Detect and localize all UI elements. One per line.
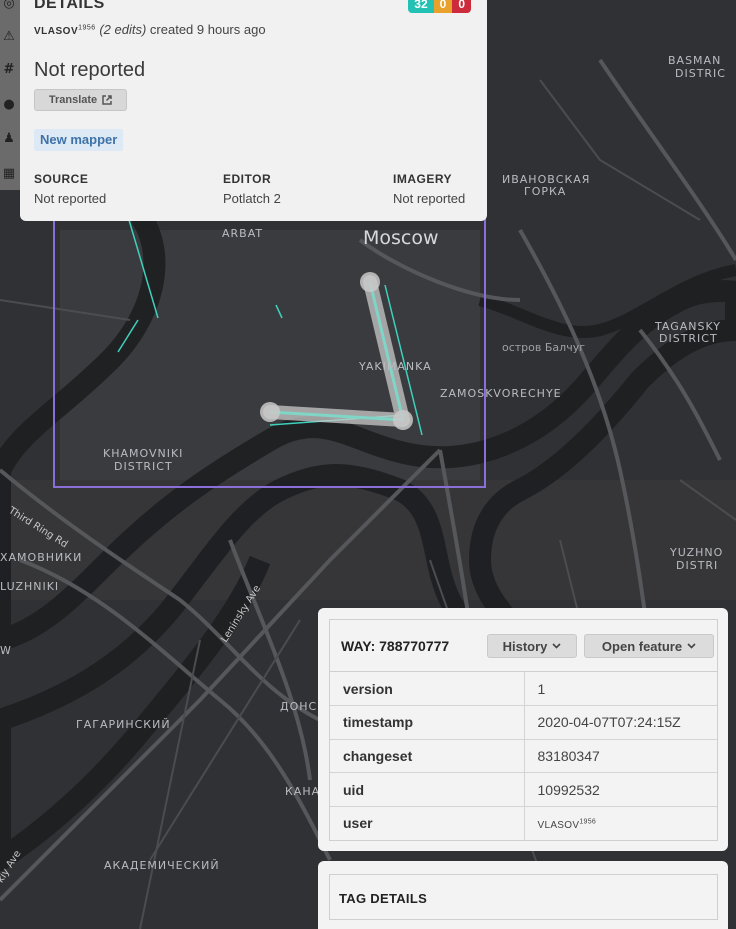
- editor-column: EDITOR Potlatch 2: [223, 172, 281, 206]
- details-panel: DETAILS 32 0 0 VLASOV1956 (2 edits) crea…: [20, 0, 487, 221]
- details-title: DETAILS: [34, 0, 105, 12]
- source-value: Not reported: [34, 191, 107, 206]
- map-label-gagarinsky: ГАГАРИНСКИЙ: [76, 718, 171, 731]
- imagery-value: Not reported: [393, 191, 466, 206]
- badge-deleted: 0: [452, 0, 471, 13]
- way-box: WAY: 788770777 History Open feature vers…: [329, 619, 718, 841]
- map-label-zamoskvorechye: ZAMOSKVORECHYE: [440, 387, 562, 400]
- table-row: version 1: [330, 672, 717, 707]
- map-label-district: DISTRICT: [114, 460, 173, 473]
- tag-details-box[interactable]: TAG DETAILS: [329, 874, 718, 920]
- map-label-yakimanka: YAKIMANKA: [358, 360, 432, 373]
- left-toolbar: ◎ ⚠ # ● ♟ ▦: [0, 0, 20, 190]
- tag-details-title: TAG DETAILS: [339, 891, 428, 906]
- map-label-w: W: [0, 644, 12, 657]
- way-panel: WAY: 788770777 History Open feature vers…: [318, 608, 728, 851]
- open-feature-button[interactable]: Open feature: [584, 634, 714, 658]
- map-label-khamovniki-ru: ХАМОВНИКИ: [0, 551, 82, 564]
- map-label-khamovniki: KHAMOVNIKI: [103, 447, 183, 460]
- map-label-gorka: ГОРКА: [524, 185, 566, 198]
- chevron-down-icon: [687, 643, 696, 649]
- editor-value: Potlatch 2: [223, 191, 281, 206]
- chevron-down-icon: [552, 643, 561, 649]
- way-header: WAY: 788770777 History Open feature: [330, 620, 717, 672]
- map-label-ostrov: остров Балчуг: [502, 341, 585, 354]
- map-icon[interactable]: ▦: [2, 167, 16, 181]
- attr-key: uid: [330, 772, 525, 807]
- map-label-kashira: КАНА: [285, 785, 320, 798]
- map-label-arbat: ARBAT: [222, 227, 263, 240]
- changeset-meta: VLASOV1956 (2 edits) created 9 hours ago: [34, 22, 266, 37]
- attr-key: version: [330, 672, 525, 707]
- badge-added: 32: [408, 0, 434, 13]
- map-label-basmanny-district: DISTRIC: [675, 67, 726, 80]
- created-time: created 9 hours ago: [149, 22, 266, 37]
- tag-details-panel: TAG DETAILS: [318, 861, 728, 929]
- source-column: SOURCE Not reported: [34, 172, 106, 206]
- source-header: SOURCE: [34, 172, 89, 186]
- open-feature-label: Open feature: [601, 638, 683, 654]
- badge-modified: 0: [433, 0, 453, 13]
- table-row: user VLASOV1956: [330, 806, 717, 840]
- table-row: uid 10992532: [330, 772, 717, 807]
- attr-value: 1: [524, 672, 717, 707]
- imagery-header: IMAGERY: [393, 172, 453, 186]
- attr-value: 83180347: [524, 739, 717, 774]
- change-count-badges: 32 0 0: [408, 0, 471, 13]
- editor-header: EDITOR: [223, 172, 272, 186]
- attr-key: changeset: [330, 739, 525, 774]
- history-label: History: [502, 638, 548, 654]
- map-label-basmanny: BASMAN: [668, 54, 721, 67]
- hash-icon[interactable]: #: [2, 63, 16, 77]
- translate-label: Translate: [48, 94, 98, 106]
- user-link[interactable]: VLASOV1956: [34, 25, 96, 37]
- history-button[interactable]: History: [487, 634, 577, 658]
- table-row: changeset 83180347: [330, 739, 717, 774]
- external-link-icon: [102, 95, 112, 105]
- attr-key: timestamp: [330, 705, 525, 740]
- attr-value: 10992532: [524, 772, 717, 807]
- user-icon[interactable]: ♟: [2, 132, 16, 146]
- attr-value: 2020-04-07T07:24:15Z: [524, 705, 717, 740]
- target-icon[interactable]: ◎: [2, 0, 16, 11]
- map-label-yuzhnoport: YUZHNO: [669, 546, 723, 559]
- map-label-tagansky-district: DISTRICT: [659, 332, 718, 345]
- way-title: WAY: 788770777: [341, 638, 450, 654]
- attr-value-user[interactable]: VLASOV1956: [524, 806, 717, 840]
- map-label-luzhniki: LUZHNIKI: [0, 580, 59, 593]
- edit-count: (2 edits): [99, 22, 147, 37]
- comment-icon[interactable]: ●: [2, 98, 16, 112]
- table-row: timestamp 2020-04-07T07:24:15Z: [330, 705, 717, 740]
- map-label-akademichesky: АКАДЕМИЧЕСКИЙ: [104, 859, 220, 872]
- warning-icon[interactable]: ⚠: [2, 30, 16, 44]
- attr-key: user: [330, 806, 525, 840]
- map-label-moscow: Moscow: [363, 227, 439, 249]
- way-attributes-table: version 1 timestamp 2020-04-07T07:24:15Z…: [330, 672, 717, 840]
- translate-button[interactable]: Translate: [34, 89, 127, 111]
- changeset-comment: Not reported: [34, 59, 146, 81]
- map-label-yuzhnoport-district: DISTRI: [676, 559, 718, 572]
- new-mapper-badge: New mapper: [34, 129, 124, 151]
- imagery-column: IMAGERY Not reported: [393, 172, 465, 206]
